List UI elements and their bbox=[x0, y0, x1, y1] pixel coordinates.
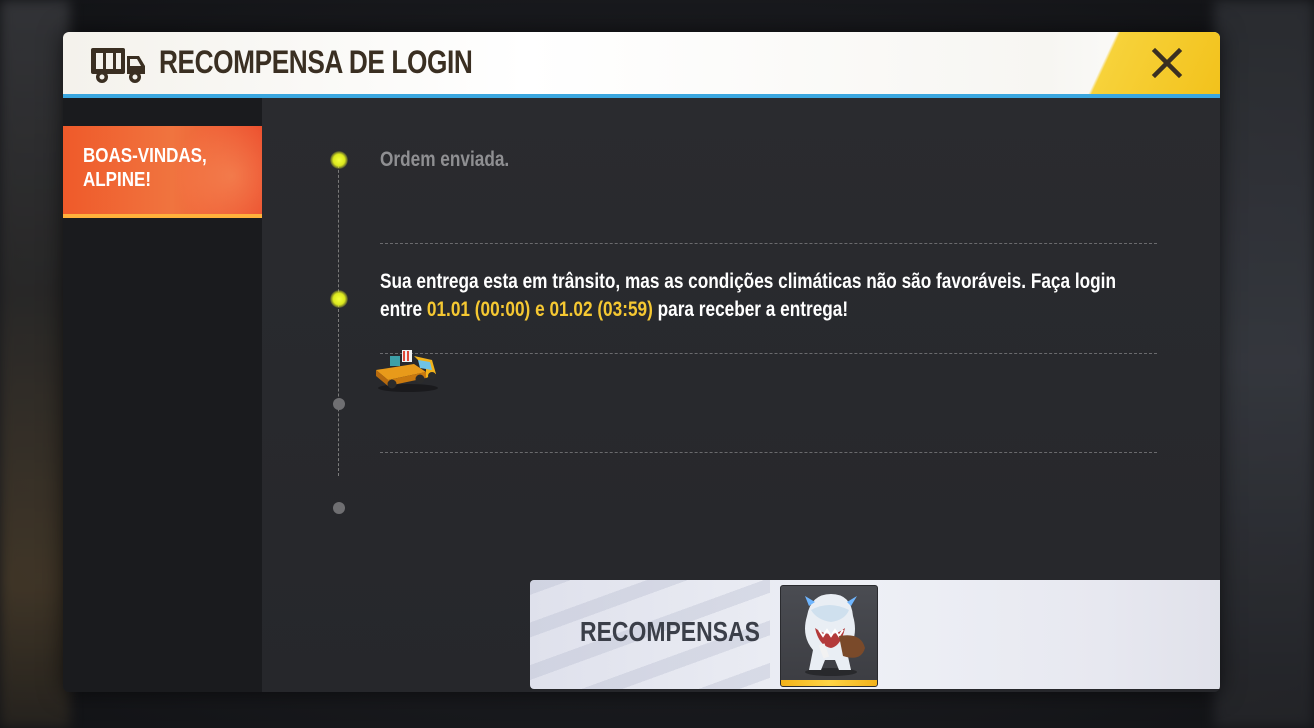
rewards-label: RECOMPENSAS bbox=[580, 616, 760, 647]
dialog-title: RECOMPENSA DE LOGIN bbox=[159, 44, 473, 80]
divider bbox=[380, 243, 1157, 244]
tow-truck-icon bbox=[376, 350, 438, 392]
login-reward-dialog: RECOMPENSA DE LOGIN BOAS-VINDAS, ALPINE!… bbox=[63, 32, 1220, 692]
step-order-sent: Ordem enviada. bbox=[380, 148, 510, 171]
sidebar-item-welcome[interactable]: BOAS-VINDAS, ALPINE! bbox=[63, 126, 262, 218]
sidebar-item-label: BOAS-VINDAS, ALPINE! bbox=[83, 145, 207, 191]
rewards-bar: RECOMPENSAS bbox=[530, 580, 1220, 689]
date-separator: e bbox=[530, 298, 550, 321]
timeline-node-pending bbox=[333, 502, 345, 514]
reward-rarity-bar bbox=[781, 680, 877, 686]
close-icon bbox=[1151, 47, 1183, 79]
reward-item-slot[interactable] bbox=[780, 585, 878, 687]
close-area bbox=[1080, 32, 1220, 94]
timeline-node-done bbox=[330, 151, 348, 169]
delivery-timeline-panel: Ordem enviada. Sua entrega esta em trâns… bbox=[262, 98, 1220, 692]
date-end: 01.02 (03:59) bbox=[549, 298, 653, 321]
close-button[interactable] bbox=[1142, 40, 1192, 86]
dialog-header: RECOMPENSA DE LOGIN bbox=[63, 32, 1220, 98]
timeline-node-pending bbox=[333, 398, 345, 410]
timeline-node-current bbox=[330, 290, 348, 308]
sidebar: BOAS-VINDAS, ALPINE! bbox=[63, 98, 262, 692]
flower-decoration-icon bbox=[1189, 580, 1220, 689]
step-text-after: para receber a entrega! bbox=[652, 298, 849, 321]
divider bbox=[380, 353, 1157, 354]
yeti-pet-icon bbox=[805, 594, 865, 676]
timeline-line bbox=[338, 160, 339, 476]
background-right bbox=[1214, 0, 1314, 728]
truck-icon bbox=[91, 48, 145, 83]
step-in-transit: Sua entrega esta em trânsito, mas as con… bbox=[380, 268, 1157, 324]
background-left bbox=[0, 0, 70, 728]
date-start: 01.01 (00:00) bbox=[426, 298, 531, 321]
divider bbox=[380, 452, 1157, 453]
